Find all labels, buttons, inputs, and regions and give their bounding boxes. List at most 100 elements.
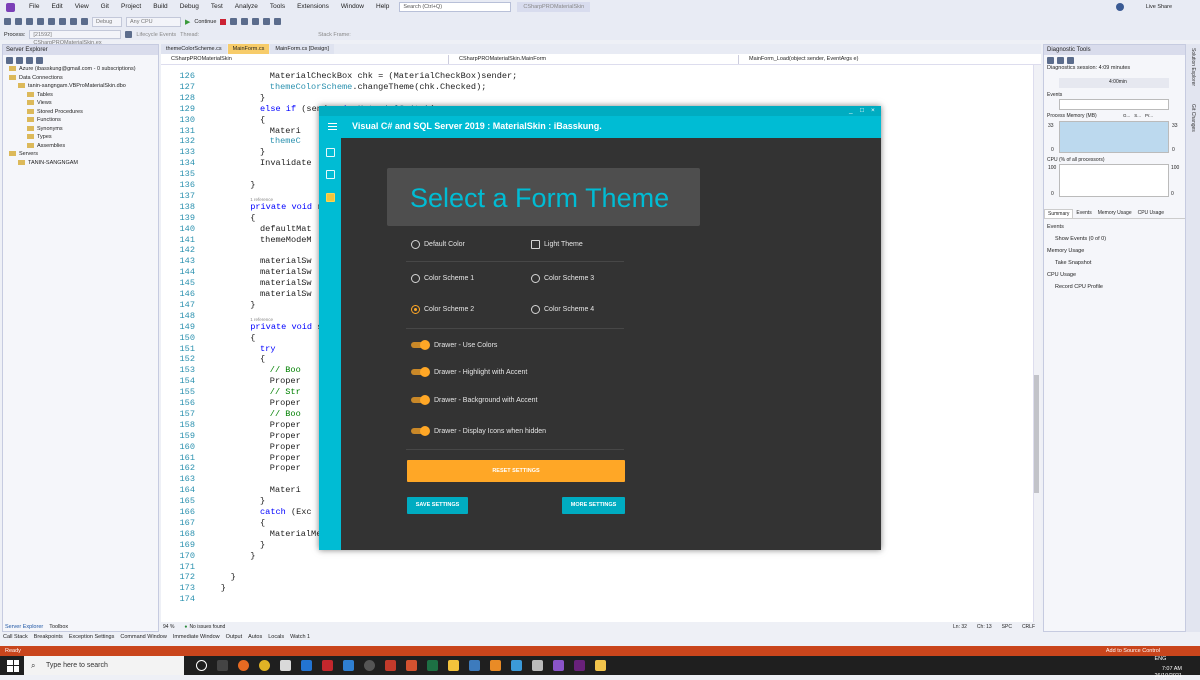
solution-explorer-tab[interactable]: Solution Explorer — [1190, 48, 1196, 86]
menu-file[interactable]: File — [23, 0, 45, 14]
system-tray[interactable]: ENG 7:07 AM 26/10/2021 — [1154, 652, 1200, 680]
mail-icon[interactable] — [301, 660, 312, 671]
maximize-button[interactable]: □ — [860, 107, 864, 115]
toggle-switch[interactable] — [410, 395, 430, 405]
tab-locals[interactable]: Locals — [268, 634, 284, 640]
member-nav-select[interactable]: MainForm_Load(object sender, EventArgs e… — [739, 55, 1029, 64]
tab-command-window[interactable]: Command Window — [120, 634, 166, 640]
cortana-icon[interactable] — [196, 660, 207, 671]
tree-item[interactable]: Synonyms — [3, 125, 158, 134]
select-tools-icon[interactable] — [1047, 57, 1054, 64]
color-scheme-4-radio[interactable] — [531, 305, 540, 314]
tab-mainform-cs[interactable]: MainForm.cs — [227, 44, 270, 54]
tab-breakpoints[interactable]: Breakpoints — [34, 634, 63, 640]
language-indicator[interactable]: ENG — [1154, 652, 1166, 666]
chrome-icon[interactable] — [259, 660, 270, 671]
redo-icon[interactable] — [81, 18, 88, 25]
visual-studio-icon[interactable] — [553, 660, 564, 671]
undo-icon[interactable] — [70, 18, 77, 25]
tab-autos[interactable]: Autos — [248, 634, 262, 640]
tab-theme-color-scheme[interactable]: themeColorScheme.cs — [161, 44, 227, 54]
color-scheme-1-option[interactable]: Color Scheme 1 — [411, 274, 474, 283]
toggle-switch[interactable] — [410, 340, 430, 350]
back-icon[interactable] — [4, 18, 11, 25]
app-icon-2[interactable] — [469, 660, 480, 671]
tree-item[interactable]: Functions — [3, 116, 158, 125]
github-icon[interactable] — [364, 660, 375, 671]
configuration-select[interactable]: Debug — [92, 16, 122, 27]
memory-graph[interactable] — [1059, 121, 1169, 153]
continue-button[interactable]: Continue — [194, 19, 216, 25]
app-icon-4[interactable] — [511, 660, 522, 671]
app-icon-1[interactable] — [343, 660, 354, 671]
show-events-link[interactable]: Show Events (0 of 0) — [1047, 233, 1183, 245]
platform-select[interactable]: Any CPU — [126, 16, 181, 27]
menu-test[interactable]: Test — [205, 0, 229, 14]
powerpoint-icon[interactable] — [406, 660, 417, 671]
process-select[interactable]: [21592] CSharpPROMaterialSkin.ex — [29, 30, 122, 46]
file-explorer-icon[interactable] — [280, 660, 291, 671]
switch-background-accent[interactable]: Drawer - Background with Accent — [410, 395, 538, 405]
live-share-button[interactable]: Live Share — [1146, 4, 1172, 10]
excel-icon[interactable] — [427, 660, 438, 671]
tab-output[interactable]: Output — [226, 634, 243, 640]
step-out-icon[interactable] — [274, 18, 282, 25]
app-icon-3[interactable] — [490, 660, 501, 671]
zoom-level[interactable]: 94 % — [163, 624, 174, 630]
forward-icon[interactable] — [15, 18, 22, 25]
visual-studio-2-icon[interactable] — [574, 660, 585, 671]
tab-exception-settings[interactable]: Exception Settings — [69, 634, 115, 640]
color-scheme-2-radio[interactable] — [411, 305, 420, 314]
zoom-in-icon[interactable] — [1057, 57, 1064, 64]
drawer-settings-icon[interactable] — [326, 170, 335, 179]
color-scheme-1-radio[interactable] — [411, 274, 420, 283]
firefox-icon[interactable] — [238, 660, 249, 671]
project-nav-select[interactable]: CSharpPROMaterialSkin — [161, 54, 449, 64]
menu-project[interactable]: Project — [115, 0, 147, 14]
tree-item[interactable]: Data Connections — [3, 74, 158, 83]
stop-icon[interactable] — [220, 18, 227, 25]
tab-immediate-window[interactable]: Immediate Window — [173, 634, 220, 640]
toggle-switch[interactable] — [410, 426, 430, 436]
menu-window[interactable]: Window — [335, 0, 370, 14]
step-into-icon[interactable] — [263, 18, 271, 25]
drawer-theme-icon[interactable] — [326, 193, 335, 202]
switch-use-colors[interactable]: Drawer - Use Colors — [410, 340, 497, 350]
redis-icon[interactable] — [322, 660, 333, 671]
save-settings-button[interactable]: SAVE SETTINGS — [407, 497, 468, 514]
default-color-radio[interactable] — [411, 240, 420, 249]
reset-settings-button[interactable]: RESET SETTINGS — [407, 460, 625, 482]
menu-debug[interactable]: Debug — [174, 0, 205, 14]
switch-highlight-accent[interactable]: Drawer - Highlight with Accent — [410, 367, 527, 377]
default-color-option[interactable]: Default Color — [411, 240, 465, 249]
drawer-home-icon[interactable] — [326, 148, 335, 157]
events-track[interactable] — [1059, 99, 1169, 110]
refresh-icon[interactable] — [6, 57, 13, 64]
record-cpu-profile-button[interactable]: Record CPU Profile — [1047, 281, 1183, 293]
connect-database-icon[interactable] — [26, 57, 33, 64]
tab-summary[interactable]: Summary — [1044, 209, 1074, 218]
tab-events[interactable]: Events — [1073, 209, 1094, 218]
light-theme-option[interactable]: Light Theme — [531, 240, 583, 249]
tree-item[interactable]: Servers — [3, 150, 158, 159]
tab-toolbox[interactable]: Toolbox — [49, 624, 68, 630]
running-app-icon[interactable] — [595, 660, 606, 671]
menu-build[interactable]: Build — [147, 0, 173, 14]
type-nav-select[interactable]: CSharpPROMaterialSkin.MainForm — [449, 54, 739, 64]
menu-help[interactable]: Help — [370, 0, 395, 14]
save-icon[interactable] — [48, 18, 55, 25]
tree-item[interactable]: Types — [3, 133, 158, 142]
menu-git[interactable]: Git — [95, 0, 115, 14]
account-icon[interactable] — [1115, 3, 1124, 11]
tree-item[interactable]: TANIN-SANGNGAM — [3, 159, 158, 168]
issues-status[interactable]: No issues found — [189, 624, 225, 630]
cpu-graph[interactable] — [1059, 164, 1169, 197]
step-over-icon[interactable] — [252, 18, 260, 25]
light-theme-checkbox[interactable] — [531, 240, 540, 249]
restart-icon[interactable] — [230, 18, 238, 25]
color-scheme-2-option[interactable]: Color Scheme 2 — [411, 305, 474, 314]
menu-tools[interactable]: Tools — [264, 0, 291, 14]
more-settings-button[interactable]: MORE SETTINGS — [562, 497, 625, 514]
menu-analyze[interactable]: Analyze — [229, 0, 264, 14]
save-all-icon[interactable] — [59, 18, 66, 25]
